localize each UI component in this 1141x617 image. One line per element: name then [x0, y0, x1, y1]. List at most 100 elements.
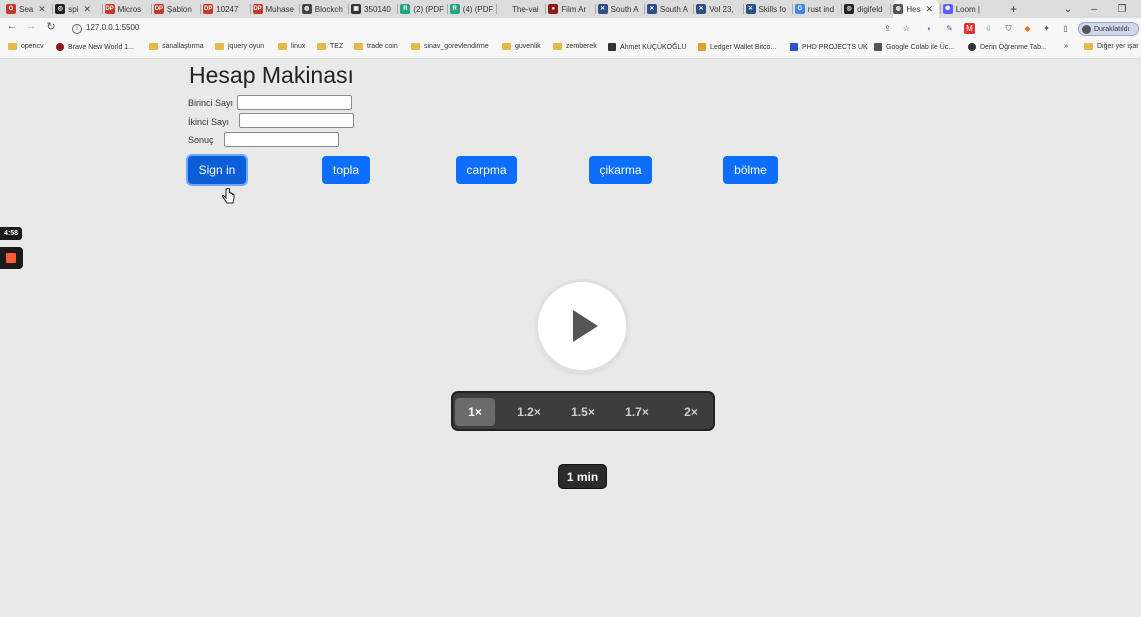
bookmark-item[interactable]: opencv	[8, 43, 44, 50]
browser-tab[interactable]: R (4) (PDF	[449, 0, 495, 18]
close-tab-icon[interactable]: ✕	[38, 4, 46, 15]
browser-tab[interactable]: DP Muhase	[252, 0, 298, 18]
divide-button[interactable]: bölme	[723, 156, 778, 184]
bookmark-favicon-icon	[790, 43, 798, 51]
browser-tab[interactable]: ● Film Ar	[548, 0, 593, 18]
speed-option[interactable]: 1×	[455, 398, 495, 426]
share-icon[interactable]: ⇪	[882, 23, 893, 34]
browser-tab[interactable]: The-vai	[499, 0, 544, 18]
bookmark-item[interactable]: zemberek	[553, 43, 597, 50]
tab-search-icon[interactable]: ⌄	[1056, 0, 1080, 18]
browser-tab[interactable]: ✕ South A	[597, 0, 643, 18]
minimize-icon[interactable]: –	[1082, 0, 1106, 18]
duration-badge: 1 min	[558, 464, 607, 489]
tab-separator	[643, 4, 645, 14]
bookmark-item[interactable]: Brave New World 1...	[56, 43, 134, 51]
browser-tab[interactable]: ◍ Blockch	[301, 0, 347, 18]
browser-tab[interactable]: ✺ Loom |	[942, 0, 988, 18]
back-icon[interactable]: ←	[5, 20, 19, 32]
bookmark-item[interactable]: jquery oyun	[215, 43, 264, 50]
close-tab-icon[interactable]: ✕	[926, 4, 934, 15]
browser-tab[interactable]: ◎ digifeld	[844, 0, 889, 18]
second-number-input[interactable]	[239, 113, 354, 128]
extensions-puzzle-icon[interactable]: ✦	[1041, 23, 1052, 34]
extension-shield2-icon[interactable]: ⛉	[1003, 23, 1014, 34]
multiply-button[interactable]: carpma	[456, 156, 517, 184]
extension-m-icon[interactable]: M	[964, 23, 975, 34]
bookmark-label: zemberek	[566, 43, 597, 50]
folder-icon	[8, 43, 17, 50]
new-tab-button[interactable]: +	[1010, 0, 1017, 18]
browser-tab[interactable]: G Sea ✕	[6, 0, 51, 18]
speed-option[interactable]: 1.2×	[509, 398, 549, 426]
browser-tab[interactable]: ✕ South A	[646, 0, 692, 18]
bookmark-item[interactable]: Ledger Wallet Bitco...	[698, 43, 776, 51]
close-tab-icon[interactable]: ✕	[84, 4, 92, 15]
side-panel-icon[interactable]: ▯	[1060, 23, 1071, 34]
restore-icon[interactable]: ❐	[1110, 0, 1134, 18]
bookmark-label: trade coin	[367, 43, 398, 50]
speed-option[interactable]: 1.7×	[617, 398, 657, 426]
bookmark-item[interactable]: Derin Öğrenme Tab...	[968, 43, 1047, 51]
tab-favicon-icon: G	[794, 4, 805, 14]
tab-favicon-icon: DP	[203, 4, 214, 14]
folder-icon	[278, 43, 287, 50]
bookmark-label: Google Colab ile Üc...	[886, 43, 955, 51]
reload-icon[interactable]: ↻	[44, 20, 58, 33]
bookmark-item[interactable]: linux	[278, 43, 305, 50]
bookmark-favicon-icon	[698, 43, 706, 51]
tab-favicon-icon: ◎	[55, 4, 66, 14]
speed-option[interactable]: 2×	[671, 398, 711, 426]
bookmark-item[interactable]: Ahmet KÜÇÜKOĞLU	[608, 43, 687, 51]
browser-tab[interactable]: DP 10247	[203, 0, 248, 18]
metamask-icon[interactable]: ◆	[1022, 23, 1033, 34]
subtract-button[interactable]: çikarma	[589, 156, 652, 184]
avatar	[1082, 24, 1091, 34]
first-number-input[interactable]	[237, 95, 352, 110]
bookmark-item[interactable]: sinav_gorevlendirme	[411, 43, 489, 50]
tab-separator	[890, 4, 892, 14]
stop-recording-button[interactable]	[0, 247, 23, 269]
extension-download-icon[interactable]: ⇩	[983, 23, 994, 34]
sign-in-button[interactable]: Sign in	[188, 156, 246, 184]
browser-tab[interactable]: ◍ Hes ✕	[893, 0, 939, 18]
add-button[interactable]: topla	[322, 156, 370, 184]
result-input[interactable]	[224, 132, 339, 147]
extension-pen-icon[interactable]: ✎	[944, 23, 955, 34]
bookmark-item[interactable]: TEZ	[317, 43, 343, 50]
bookmark-item[interactable]: PHD PROJECTS UK	[790, 43, 868, 51]
bookmark-item[interactable]: sanallaştırma	[149, 43, 204, 50]
site-info-icon[interactable]: i	[72, 24, 82, 34]
other-bookmarks-folder[interactable]: Diğer yer işar	[1084, 43, 1139, 50]
browser-tab[interactable]: ▣ 350140	[351, 0, 396, 18]
bookmark-item[interactable]: guvenlik	[502, 43, 541, 50]
bookmark-label: TEZ	[330, 43, 344, 50]
folder-icon	[553, 43, 562, 50]
forward-icon[interactable]: →	[24, 20, 38, 32]
tab-favicon-icon: ◎	[844, 4, 855, 14]
browser-tab[interactable]: ✕ Skills fo	[745, 0, 791, 18]
extension-shield-icon[interactable]: ◐	[924, 23, 935, 34]
browser-tab[interactable]: Grust ind	[794, 0, 840, 18]
bookmark-label: sinav_gorevlendirme	[424, 43, 489, 50]
browser-tab[interactable]: ◎ spi ✕	[55, 0, 100, 18]
browser-tab[interactable]: DP Micros	[104, 0, 150, 18]
tab-label: Loom |	[955, 4, 980, 14]
folder-icon	[354, 43, 363, 50]
profile-button[interactable]: Duraklatıldı	[1078, 22, 1139, 36]
play-button[interactable]	[538, 282, 626, 370]
play-icon	[573, 310, 598, 342]
bookmark-item[interactable]: Google Colab ile Üc...	[874, 43, 954, 51]
browser-tab[interactable]: R (2) (PDF	[400, 0, 445, 18]
tab-label: Vol 23,	[709, 4, 734, 14]
bookmark-star-icon[interactable]: ☆	[901, 23, 912, 34]
speed-option[interactable]: 1.5×	[563, 398, 603, 426]
bookmark-item[interactable]: trade coin	[354, 43, 398, 50]
tab-label: Hes	[906, 4, 921, 14]
bookmarks-more-button[interactable]: »	[1064, 43, 1068, 50]
address-input[interactable]: 127.0.0.1:5500	[86, 23, 139, 32]
browser-tab[interactable]: ✕ Vol 23,	[696, 0, 741, 18]
bookmark-label: Ahmet KÜÇÜKOĞLU	[620, 43, 687, 51]
browser-tab[interactable]: DP Şablon	[153, 0, 199, 18]
bookmark-label: jquery oyun	[228, 43, 265, 50]
